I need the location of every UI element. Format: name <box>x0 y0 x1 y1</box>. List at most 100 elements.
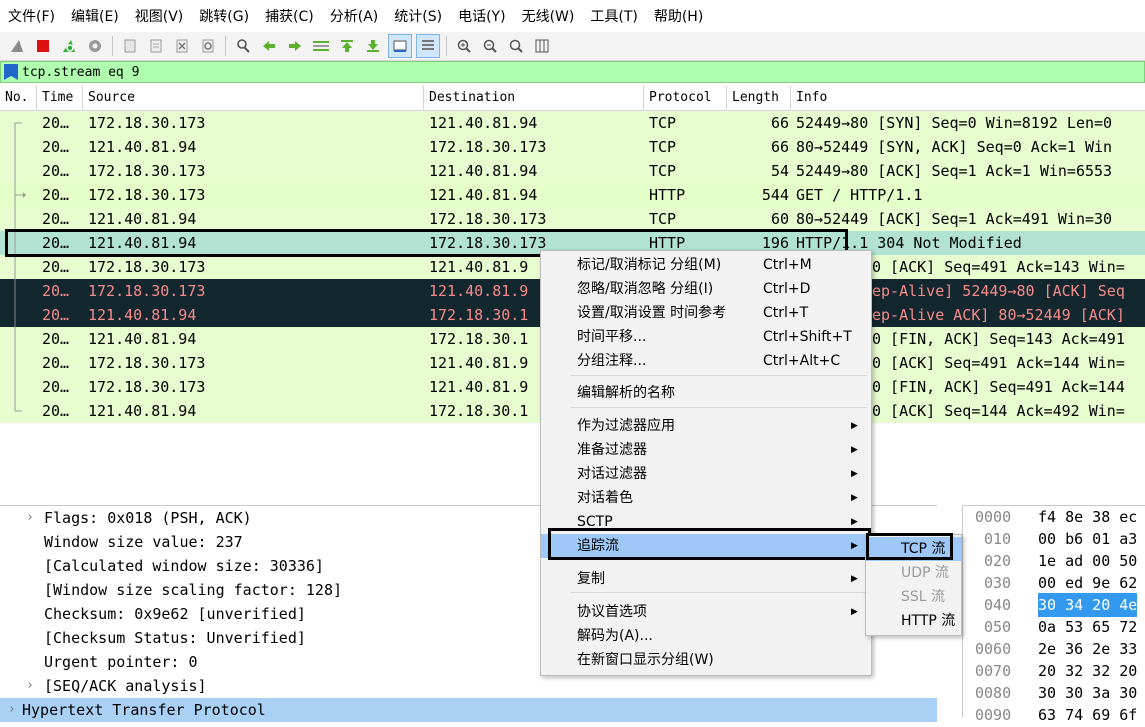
menu-item-edit-resolved-name[interactable]: 编辑解析的名称 <box>541 381 871 405</box>
open-file-icon[interactable] <box>119 35 141 57</box>
menu-item-conversation-filter[interactable]: 对话过滤器 ▶ <box>541 462 871 486</box>
hex-row[interactable]: 0060 2e 36 2e 33 <box>963 637 1145 661</box>
save-file-icon[interactable] <box>145 35 167 57</box>
shark-fin-icon[interactable] <box>6 35 28 57</box>
submenu-item-http-stream[interactable]: HTTP 流 <box>866 609 961 633</box>
hex-row[interactable]: 0000 f4 8e 38 ec <box>963 505 1145 529</box>
packet-row[interactable]: 20… 172.18.30.173 121.40.81.94 HTTP 544 GET /… <box>0 183 1145 207</box>
menu-item-label: 对话着色 <box>577 490 633 506</box>
packet-destination: 172.18.30.173 <box>429 234 547 252</box>
packet-row[interactable]: 20… 172.18.30.173 121.40.81.94 TCP 54 52449→8… <box>0 159 1145 183</box>
menu-item-packet-comment[interactable]: 分组注释... Ctrl+Alt+C <box>541 349 871 373</box>
goto-packet-icon[interactable] <box>310 35 332 57</box>
menu-tools[interactable]: 工具(T) <box>582 0 645 32</box>
menu-item-follow-stream[interactable]: 追踪流 ▶ <box>541 534 871 558</box>
menu-item-label: 追踪流 <box>577 538 619 554</box>
hex-row[interactable]: 010 00 b6 01 a3 <box>963 527 1145 551</box>
column-header-destination[interactable]: Destination <box>424 86 644 110</box>
menu-item-copy[interactable]: 复制 ▶ <box>541 567 871 591</box>
packet-row[interactable]: 20… 121.40.81.94 172.18.30.173 TCP 66 80→5244… <box>0 135 1145 159</box>
column-header-info[interactable]: Info <box>791 86 1145 110</box>
conversation-tree-line <box>12 279 24 303</box>
resize-columns-icon[interactable] <box>531 35 553 57</box>
expand-arrow-icon[interactable]: › <box>26 674 34 698</box>
conversation-tree-line <box>12 399 24 423</box>
detail-text: [Calculated window size: 30336] <box>44 557 324 575</box>
reload-icon[interactable] <box>197 35 219 57</box>
packet-length: 544 <box>761 186 789 204</box>
menu-item-decode-as[interactable]: 解码为(A)... <box>541 624 871 648</box>
hex-row[interactable]: 0070 20 32 32 20 <box>963 659 1145 683</box>
column-header-length[interactable]: Length <box>727 86 791 110</box>
bookmark-icon[interactable] <box>4 64 18 80</box>
hex-row[interactable]: 0090 63 74 69 6f <box>963 703 1145 727</box>
column-header-time[interactable]: Time <box>37 86 83 110</box>
menu-item-label: 设置/取消设置 时间参考 <box>577 305 727 321</box>
autoscroll-icon[interactable] <box>388 34 412 58</box>
menu-statistics[interactable]: 统计(S) <box>386 0 450 32</box>
zoom-out-icon[interactable] <box>479 35 501 57</box>
menu-capture[interactable]: 捕获(C) <box>257 0 322 32</box>
menu-help[interactable]: 帮助(H) <box>646 0 711 32</box>
menu-analyze[interactable]: 分析(A) <box>322 0 387 32</box>
menu-item-show-packet-new-window[interactable]: 在新窗口显示分组(W) <box>541 648 871 672</box>
menu-item-colorize-conversation[interactable]: 对话着色 ▶ <box>541 486 871 510</box>
zoom-reset-icon[interactable] <box>505 35 527 57</box>
menu-telephony[interactable]: 电话(Y) <box>450 0 513 32</box>
submenu-item-label: UDP 流 <box>901 565 949 581</box>
packet-row[interactable]: 20… 121.40.81.94 172.18.30.173 TCP 60 80→5244… <box>0 207 1145 231</box>
menu-item-sctp[interactable]: SCTP ▶ <box>541 510 871 534</box>
packet-time: 20… <box>42 210 70 228</box>
forward-arrow-icon[interactable] <box>284 35 306 57</box>
menu-item-apply-as-filter[interactable]: 作为过滤器应用 ▶ <box>541 414 871 438</box>
menu-item-label: 对话过滤器 <box>577 466 647 482</box>
menu-go[interactable]: 跳转(G) <box>191 0 257 32</box>
menu-item-time-shift[interactable]: 时间平移... Ctrl+Shift+T <box>541 325 871 349</box>
stop-icon[interactable] <box>32 35 54 57</box>
close-file-icon[interactable] <box>171 35 193 57</box>
column-header-no[interactable]: No. <box>0 86 37 110</box>
hex-row[interactable]: 020 1e ad 00 50 <box>963 549 1145 573</box>
detail-row[interactable]: › Hypertext Transfer Protocol <box>0 698 937 722</box>
find-icon[interactable] <box>232 35 254 57</box>
menu-item-label: SCTP <box>577 514 613 530</box>
column-header-protocol[interactable]: Protocol <box>644 86 727 110</box>
menu-item-prepare-filter[interactable]: 准备过滤器 ▶ <box>541 438 871 462</box>
menu-view[interactable]: 视图(V) <box>127 0 192 32</box>
zoom-in-icon[interactable] <box>453 35 475 57</box>
menu-item-label: 在新窗口显示分组(W) <box>577 652 714 668</box>
options-gear-icon[interactable] <box>84 35 106 57</box>
detail-row[interactable]: › [SEQ/ACK analysis] <box>0 674 937 698</box>
submenu-arrow-icon: ▶ <box>851 469 858 479</box>
last-packet-icon[interactable] <box>362 35 384 57</box>
packet-source: 121.40.81.94 <box>88 330 197 348</box>
expand-arrow-icon[interactable]: › <box>8 698 16 722</box>
hex-bytes: 2e 36 2e 33 <box>1038 640 1138 658</box>
back-arrow-icon[interactable] <box>258 35 280 57</box>
restart-icon[interactable] <box>58 35 80 57</box>
menu-item-ignore-packet[interactable]: 忽略/取消忽略 分组(I) Ctrl+D <box>541 277 871 301</box>
menu-edit[interactable]: 编辑(E) <box>63 0 127 32</box>
hex-row[interactable]: 050 0a 53 65 72 <box>963 615 1145 639</box>
menu-item-time-reference[interactable]: 设置/取消设置 时间参考 Ctrl+T <box>541 301 871 325</box>
first-packet-icon[interactable] <box>336 35 358 57</box>
hex-row[interactable]: 030 00 ed 9e 62 <box>963 571 1145 595</box>
menu-item-label: 忽略/取消忽略 分组(I) <box>577 281 714 297</box>
menu-item-mark-packet[interactable]: 标记/取消标记 分组(M) Ctrl+M <box>541 253 871 277</box>
packet-source: 121.40.81.94 <box>88 138 197 156</box>
menu-item-label: 作为过滤器应用 <box>577 418 675 434</box>
menu-item-protocol-preferences[interactable]: 协议首选项 ▶ <box>541 600 871 624</box>
packet-time: 20… <box>42 330 70 348</box>
display-filter-input[interactable] <box>22 64 1022 80</box>
column-header-source[interactable]: Source <box>83 86 424 110</box>
menu-wireless[interactable]: 无线(W) <box>514 0 583 32</box>
submenu-item-tcp-stream[interactable]: TCP 流 <box>866 537 961 561</box>
menu-file[interactable]: 文件(F) <box>0 0 63 32</box>
menu-item-label: 解码为(A)... <box>577 628 653 644</box>
hex-row[interactable]: 0080 30 30 3a 30 <box>963 681 1145 705</box>
packet-row[interactable]: 20… 172.18.30.173 121.40.81.94 TCP 66 52449→8… <box>0 111 1145 135</box>
hex-row[interactable]: 040 30 34 20 4e <box>963 593 1145 617</box>
expand-arrow-icon[interactable]: › <box>26 506 34 530</box>
packet-source: 172.18.30.173 <box>88 378 206 396</box>
colorize-icon[interactable] <box>416 34 440 58</box>
